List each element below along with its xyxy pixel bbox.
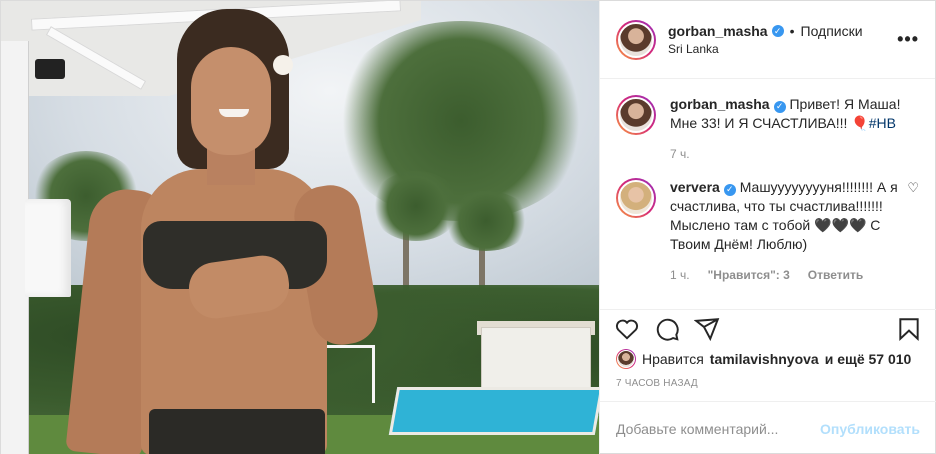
post-sidebar: gorban_masha ✓ • Подписки Sri Lanka ••• … bbox=[599, 1, 936, 454]
instagram-post: gorban_masha ✓ • Подписки Sri Lanka ••• … bbox=[0, 0, 936, 454]
liker-username[interactable]: tamilavishnyova bbox=[710, 351, 819, 367]
verified-icon: ✓ bbox=[771, 25, 784, 37]
commenter-avatar[interactable] bbox=[616, 178, 656, 218]
lamp bbox=[25, 199, 71, 297]
hair-flower bbox=[273, 55, 293, 75]
verified-icon: ✓ bbox=[773, 100, 786, 113]
following-button[interactable]: Подписки bbox=[801, 23, 863, 39]
save-icon[interactable] bbox=[896, 316, 922, 342]
comment-like-icon[interactable]: ♡ bbox=[907, 180, 919, 285]
likes-prefix: Нравится bbox=[642, 351, 704, 367]
verified-icon: ✓ bbox=[723, 183, 736, 196]
caption-username[interactable]: gorban_masha bbox=[670, 96, 770, 112]
caption-avatar[interactable] bbox=[616, 95, 656, 135]
add-comment-bar: Опубликовать bbox=[600, 401, 936, 454]
caption: gorban_masha ✓ Привет! Я Маша! Мне 33! И … bbox=[616, 95, 919, 164]
comment-time[interactable]: 1 ч. bbox=[670, 266, 690, 285]
post-timestamp[interactable]: 7 ЧАСОВ НАЗАД bbox=[616, 378, 698, 389]
post-header: gorban_masha ✓ • Подписки Sri Lanka ••• bbox=[600, 1, 935, 79]
comments-section: gorban_masha ✓ Привет! Я Маша! Мне 33! И … bbox=[600, 79, 935, 311]
liker-avatar[interactable] bbox=[616, 349, 636, 369]
face bbox=[191, 47, 271, 155]
smile bbox=[219, 109, 249, 117]
author-username[interactable]: gorban_masha bbox=[668, 23, 768, 39]
separator-dot: • bbox=[789, 23, 795, 39]
comment-icon[interactable] bbox=[654, 316, 680, 342]
hashtag-link[interactable]: #HB bbox=[869, 115, 896, 131]
publish-button[interactable]: Опубликовать bbox=[820, 421, 920, 437]
comment-input[interactable] bbox=[616, 420, 821, 437]
pool bbox=[388, 387, 599, 435]
author-avatar[interactable] bbox=[616, 19, 656, 60]
post-photo[interactable] bbox=[1, 1, 599, 454]
security-camera bbox=[35, 59, 65, 79]
likes-summary: Нравится tamilavishnyova и ещё 57 010 bbox=[616, 349, 911, 369]
commenter-username[interactable]: ververa bbox=[670, 179, 720, 195]
house bbox=[481, 327, 591, 391]
reply-button[interactable]: Ответить bbox=[808, 266, 863, 285]
location-link[interactable]: Sri Lanka bbox=[668, 42, 897, 56]
comment-likes[interactable]: "Нравится": 3 bbox=[708, 266, 790, 285]
person bbox=[65, 9, 383, 454]
comment: ververa ✓ Машууууууууня!!!!!!!! А я счаст… bbox=[616, 178, 919, 285]
palm-fronds bbox=[441, 191, 531, 251]
action-bar bbox=[600, 309, 936, 347]
more-options-icon[interactable]: ••• bbox=[897, 29, 919, 50]
likes-count[interactable]: и ещё 57 010 bbox=[825, 351, 912, 367]
bikini-bottom bbox=[149, 409, 325, 454]
like-icon[interactable] bbox=[614, 316, 640, 342]
share-icon[interactable] bbox=[693, 316, 720, 342]
caption-time[interactable]: 7 ч. bbox=[670, 145, 690, 164]
